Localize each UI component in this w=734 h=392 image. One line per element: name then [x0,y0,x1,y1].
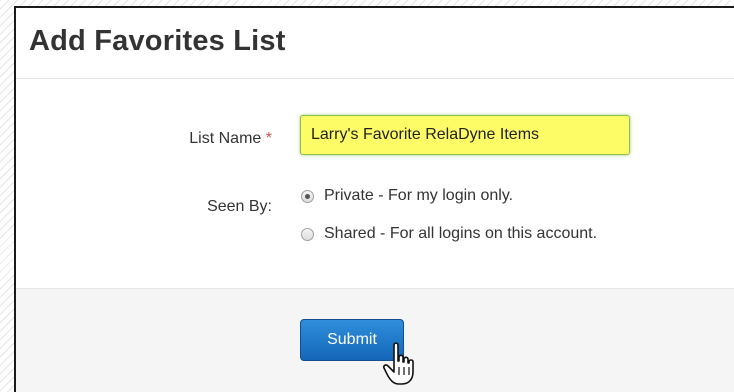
form-body: List Name * Seen By: Private - For my lo… [16,79,734,287]
dialog-title: Add Favorites List [29,25,286,57]
seen-by-label: Seen By: [207,198,272,215]
list-name-label: List Name * [189,130,272,147]
required-marker: * [265,130,272,147]
shared-option[interactable]: Shared - For all logins on this account. [301,223,597,245]
private-option-label: Private - For my login only. [324,187,514,204]
add-favorites-list-dialog: Add Favorites List List Name * Seen By: … [14,6,734,392]
private-radio[interactable] [301,189,314,203]
list-name-input[interactable] [300,115,630,155]
private-option[interactable]: Private - For my login only. [301,185,513,207]
dialog-footer: Submit [16,288,734,392]
shared-radio[interactable] [301,227,314,241]
hand-pointer-cursor-icon [382,342,414,385]
dialog-header: Add Favorites List [16,8,734,79]
shared-option-label: Shared - For all logins on this account. [324,225,598,242]
